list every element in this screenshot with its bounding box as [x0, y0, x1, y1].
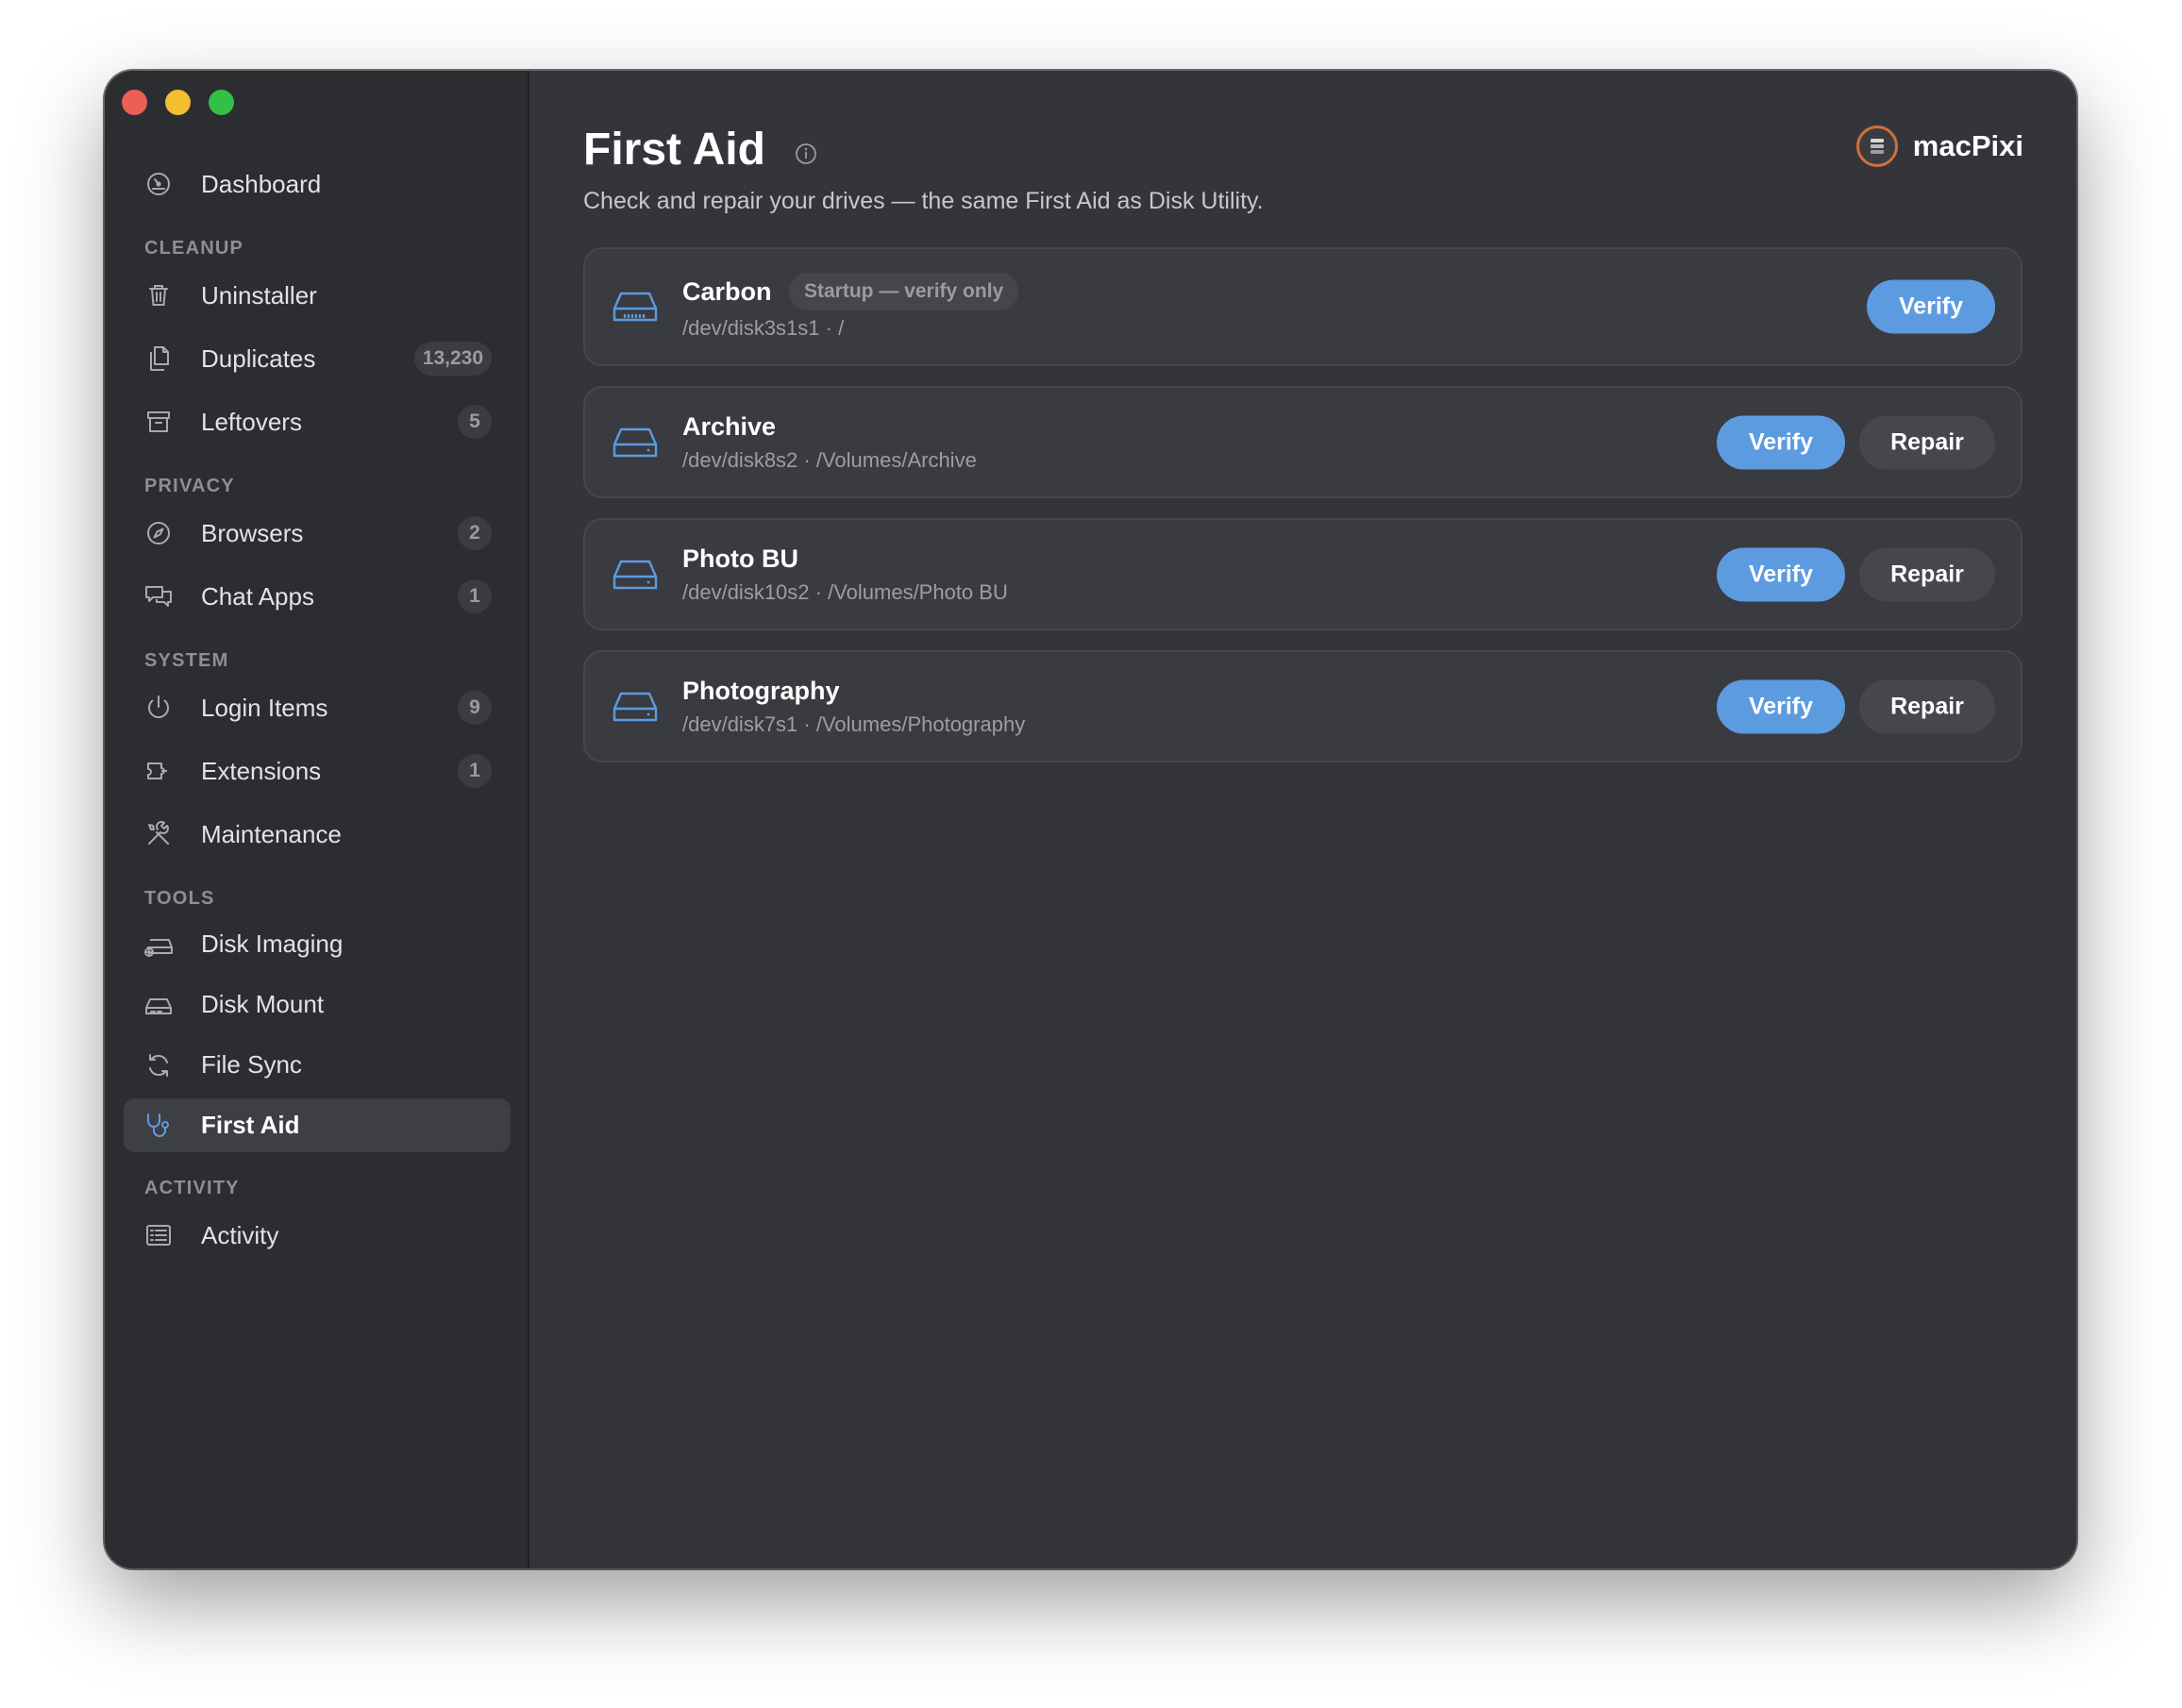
repair-button[interactable]: Repair — [1859, 415, 1995, 469]
window-controls — [122, 90, 234, 115]
info-icon[interactable] — [794, 142, 818, 166]
count-badge: 1 — [458, 754, 492, 788]
sidebar-item-activity[interactable]: Activity — [124, 1207, 511, 1264]
repair-button[interactable]: Repair — [1859, 679, 1995, 733]
sync-arrows-icon — [143, 1049, 175, 1081]
sidebar-item-label: Uninstaller — [201, 280, 317, 310]
startup-tag: Startup — verify only — [789, 273, 1019, 310]
sidebar-item-disk-imaging[interactable]: Disk Imaging — [124, 917, 511, 971]
power-icon — [143, 692, 175, 724]
sidebar-item-label: First Aid — [201, 1111, 300, 1139]
count-badge: 13,230 — [413, 342, 492, 376]
drive-card-photography: Photography /dev/disk7s1 · /Volumes/Phot… — [583, 650, 2023, 762]
sidebar-item-label: Disk Mount — [201, 990, 325, 1018]
main-content: First Aid Check and repair your drives —… — [529, 71, 2076, 1568]
sidebar-item-disk-mount[interactable]: Disk Mount — [124, 978, 511, 1031]
drive-name: Photo BU — [682, 544, 798, 573]
drive-path: /dev/disk7s1 · /Volumes/Photography — [682, 712, 1026, 736]
stethoscope-icon — [143, 1110, 175, 1142]
sidebar-item-first-aid[interactable]: First Aid — [124, 1098, 511, 1152]
sidebar-item-label: Chat Apps — [201, 581, 314, 611]
app-window: Dashboard CLEANUP Uninstaller Duplicates… — [105, 71, 2076, 1568]
drive-path: /dev/disk8s2 · /Volumes/Archive — [682, 448, 977, 472]
verify-button[interactable]: Verify — [1717, 547, 1845, 601]
wrench-screwdriver-icon — [143, 818, 175, 850]
sidebar-item-browsers[interactable]: Browsers 2 — [124, 505, 511, 561]
external-drive-icon — [612, 688, 659, 726]
sidebar-nav: Dashboard CLEANUP Uninstaller Duplicates… — [124, 156, 511, 1270]
section-heading-privacy: PRIVACY — [144, 476, 235, 496]
page-title: First Aid — [583, 125, 765, 175]
section-heading-system: SYSTEM — [144, 650, 229, 671]
minimize-window-button[interactable] — [165, 90, 191, 115]
brand: macPixi — [1855, 126, 2023, 167]
verify-button[interactable]: Verify — [1867, 279, 1995, 334]
sidebar-item-leftovers[interactable]: Leftovers 5 — [124, 394, 511, 450]
archive-box-icon — [143, 406, 175, 438]
disk-add-icon — [143, 929, 175, 961]
repair-button[interactable]: Repair — [1859, 547, 1995, 601]
drive-card-photo-bu: Photo BU /dev/disk10s2 · /Volumes/Photo … — [583, 518, 2023, 630]
sidebar: Dashboard CLEANUP Uninstaller Duplicates… — [105, 71, 529, 1568]
sidebar-item-label: Disk Imaging — [201, 929, 344, 958]
sidebar-item-uninstaller[interactable]: Uninstaller — [124, 267, 511, 324]
list-icon — [143, 1219, 175, 1251]
sidebar-item-label: Maintenance — [201, 819, 342, 848]
drive-card-archive: Archive /dev/disk8s2 · /Volumes/Archive … — [583, 386, 2023, 498]
disk-mount-icon — [143, 989, 175, 1021]
drive-name: Carbon — [682, 277, 772, 306]
sidebar-item-label: Login Items — [201, 693, 328, 722]
external-drive-icon — [612, 424, 659, 461]
count-badge: 9 — [458, 691, 492, 725]
drive-list: Carbon Startup — verify only /dev/disk3s… — [583, 247, 2023, 782]
brand-logo-icon — [1855, 126, 1898, 167]
count-badge: 2 — [458, 516, 492, 550]
drive-path: /dev/disk3s1s1 · / — [682, 316, 845, 340]
title-row: First Aid — [583, 124, 818, 176]
dashboard-icon — [143, 168, 175, 200]
sidebar-item-label: Browsers — [201, 518, 304, 547]
sidebar-item-label: Duplicates — [201, 343, 316, 373]
zoom-window-button[interactable] — [209, 90, 234, 115]
sidebar-item-login-items[interactable]: Login Items 9 — [124, 679, 511, 736]
sidebar-item-label: Extensions — [201, 756, 322, 785]
section-heading-cleanup: CLEANUP — [144, 238, 244, 259]
sidebar-item-duplicates[interactable]: Duplicates 13,230 — [124, 330, 511, 387]
section-heading-activity: ACTIVITY — [144, 1178, 240, 1198]
sidebar-item-label: Activity — [201, 1220, 279, 1249]
puzzle-icon — [143, 755, 175, 787]
sidebar-item-maintenance[interactable]: Maintenance — [124, 806, 511, 862]
count-badge: 5 — [458, 405, 492, 439]
drive-name: Photography — [682, 677, 840, 705]
chat-bubbles-icon — [143, 580, 175, 612]
sidebar-item-label: Leftovers — [201, 407, 302, 436]
sidebar-item-file-sync[interactable]: File Sync — [124, 1038, 511, 1092]
drive-path: /dev/disk10s2 · /Volumes/Photo BU — [682, 580, 1008, 604]
external-drive-icon — [612, 556, 659, 594]
drive-card-carbon: Carbon Startup — verify only /dev/disk3s… — [583, 247, 2023, 366]
compass-icon — [143, 517, 175, 549]
close-window-button[interactable] — [122, 90, 147, 115]
sidebar-item-dashboard[interactable]: Dashboard — [124, 156, 511, 212]
sidebar-item-chat-apps[interactable]: Chat Apps 1 — [124, 568, 511, 625]
count-badge: 1 — [458, 579, 492, 613]
trash-icon — [143, 279, 175, 311]
section-heading-tools: TOOLS — [144, 888, 215, 909]
internal-drive-icon — [612, 288, 659, 326]
sidebar-item-label: Dashboard — [201, 169, 322, 198]
verify-button[interactable]: Verify — [1717, 415, 1845, 469]
sidebar-item-extensions[interactable]: Extensions 1 — [124, 743, 511, 799]
sidebar-item-label: File Sync — [201, 1050, 302, 1079]
page-subtitle: Check and repair your drives — the same … — [583, 188, 1264, 214]
verify-button[interactable]: Verify — [1717, 679, 1845, 733]
brand-name: macPixi — [1912, 129, 2023, 162]
duplicate-files-icon — [143, 343, 175, 375]
drive-name: Archive — [682, 412, 777, 441]
